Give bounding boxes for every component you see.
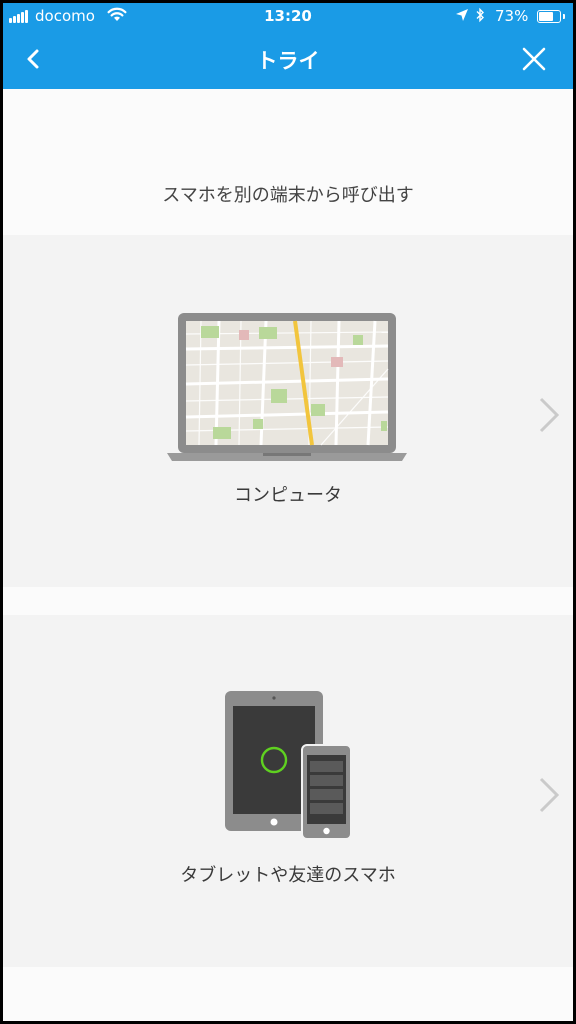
battery-level-fill: [539, 12, 553, 21]
top-bar: docomo 13:20 73% トライ: [3, 3, 573, 89]
option-label: コンピュータ: [234, 485, 342, 506]
navigation-bar: トライ: [3, 29, 573, 89]
page-title: トライ: [256, 49, 320, 73]
close-button[interactable]: [519, 43, 549, 75]
option-label: タブレットや友達のスマホ: [180, 865, 396, 886]
location-arrow-icon: [456, 9, 468, 21]
option-computer[interactable]: コンピュータ: [3, 235, 573, 587]
battery-icon: [537, 10, 565, 23]
battery-percent: 73%: [495, 7, 529, 25]
status-time: 13:20: [264, 7, 312, 25]
chevron-right-icon: [539, 397, 560, 433]
option-tablet-or-friend-phone[interactable]: タブレットや友達のスマホ: [3, 615, 573, 967]
screen: docomo 13:20 73% トライ スマホを別の端末から呼び出す コンピュ…: [3, 3, 573, 1021]
laptop-map-icon: [167, 313, 407, 461]
instruction-text: スマホを別の端末から呼び出す: [162, 185, 414, 206]
bluetooth-icon: [476, 7, 484, 23]
chevron-right-icon: [539, 777, 560, 813]
tablet-phone-icon: [225, 691, 351, 839]
status-bar: docomo 13:20 73%: [3, 3, 573, 29]
